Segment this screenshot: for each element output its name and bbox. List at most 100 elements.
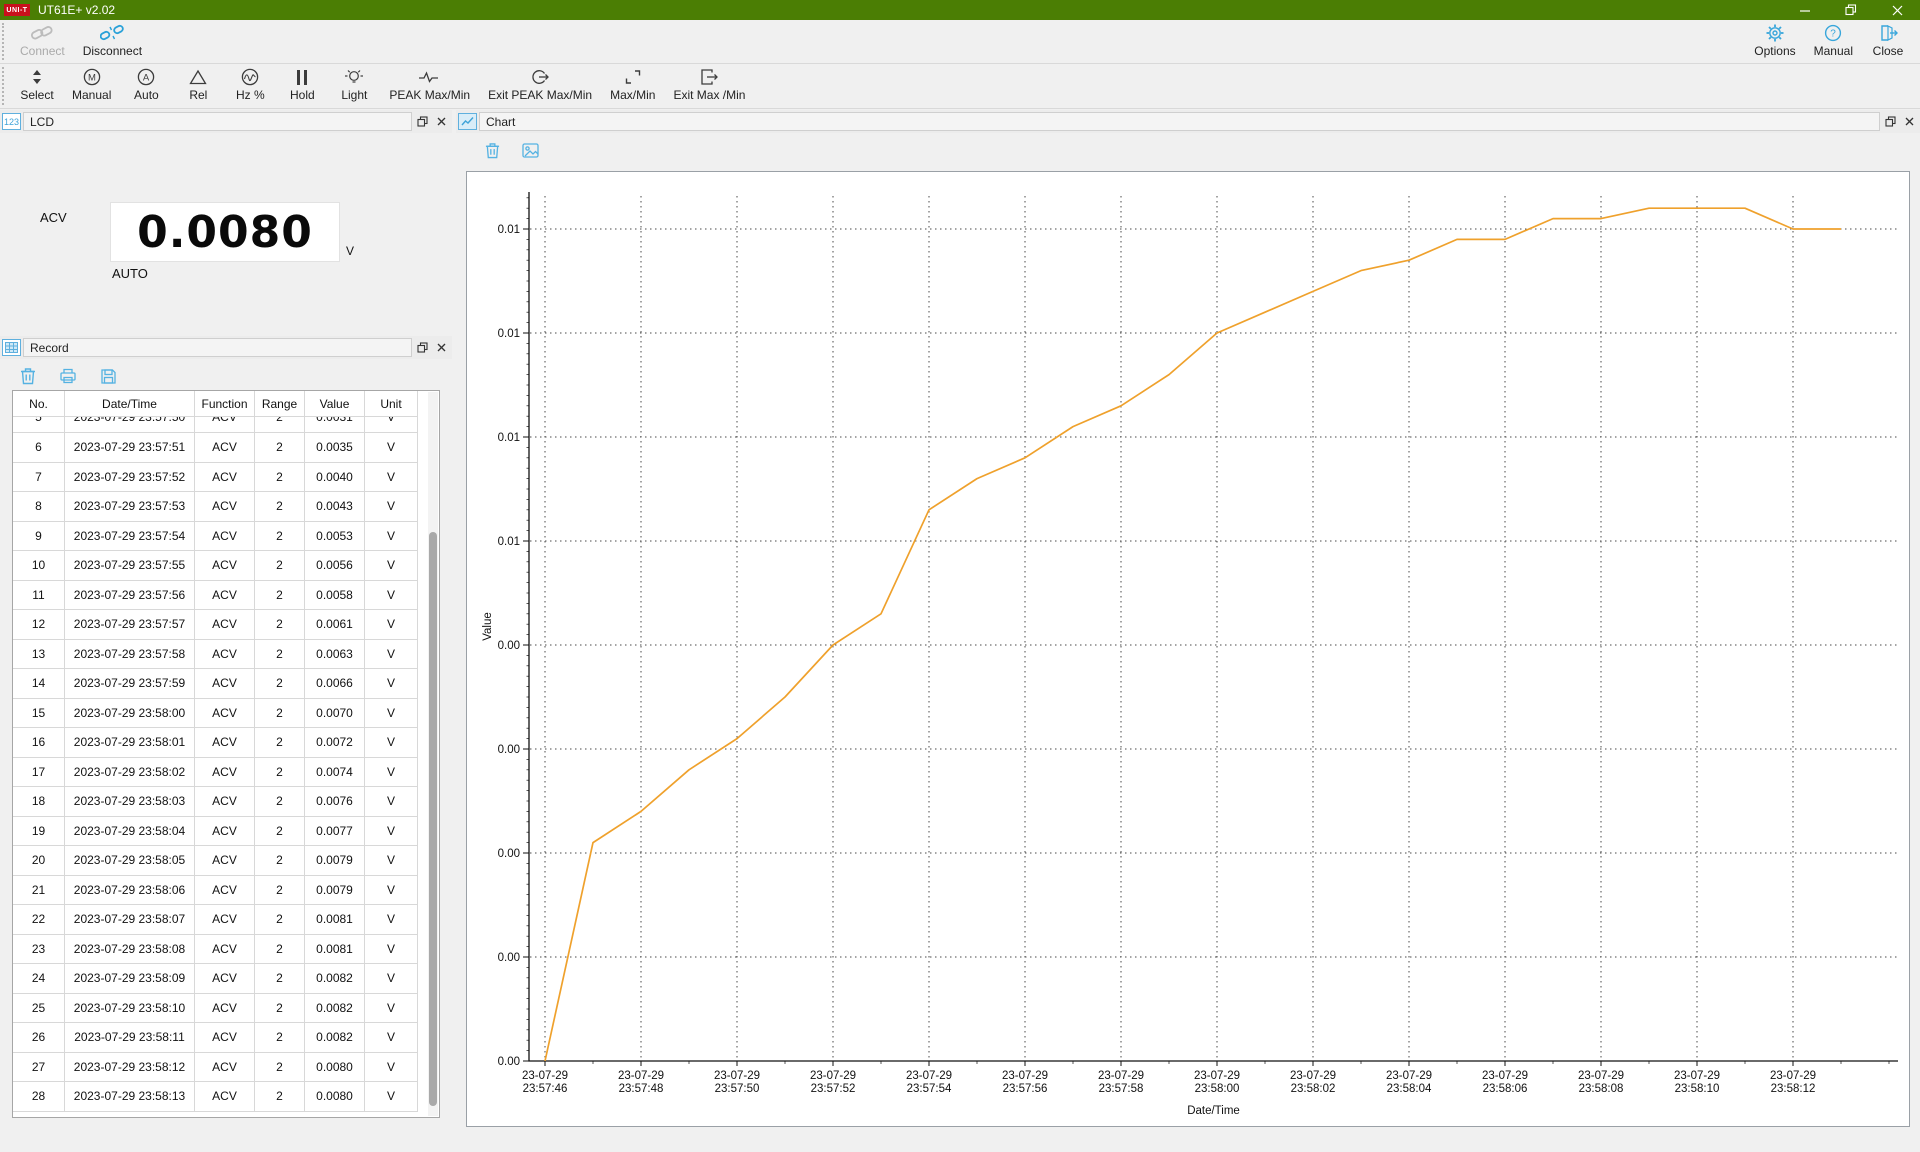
rel-triangle-icon	[189, 67, 208, 87]
table-row[interactable]: 27 2023-07-29 23:58:12 ACV 2 0.0080 V	[13, 1052, 418, 1082]
scrollbar-thumb[interactable]	[429, 532, 437, 1106]
close-panel-icon[interactable]	[433, 113, 450, 130]
table-row[interactable]: 22 2023-07-29 23:58:07 ACV 2 0.0081 V	[13, 905, 418, 935]
close-panel-icon[interactable]	[433, 339, 450, 356]
table-cell: 2	[255, 521, 305, 551]
svg-text:23-07-29: 23-07-29	[1482, 1070, 1528, 1082]
maximize-icon[interactable]	[1828, 0, 1874, 20]
peak-maxmin-button[interactable]: PEAK Max/Min	[380, 64, 479, 108]
svg-text:23:58:00: 23:58:00	[1195, 1083, 1240, 1095]
hold-label: Hold	[290, 88, 315, 102]
minimize-icon[interactable]	[1782, 0, 1828, 20]
table-row[interactable]: 9 2023-07-29 23:57:54 ACV 2 0.0053 V	[13, 521, 418, 551]
export-image-button[interactable]	[520, 140, 540, 160]
table-cell: V	[365, 580, 418, 610]
table-row[interactable]: 25 2023-07-29 23:58:10 ACV 2 0.0082 V	[13, 993, 418, 1023]
table-row[interactable]: 12 2023-07-29 23:57:57 ACV 2 0.0061 V	[13, 610, 418, 640]
table-row[interactable]: 17 2023-07-29 23:58:02 ACV 2 0.0074 V	[13, 757, 418, 787]
table-header-row[interactable]: No. Date/Time Function Range Value Unit	[13, 391, 418, 417]
table-cell: 0.0082	[305, 964, 365, 994]
float-panel-icon[interactable]	[1882, 113, 1899, 130]
table-row[interactable]: 21 2023-07-29 23:58:06 ACV 2 0.0079 V	[13, 875, 418, 905]
lcd-123-icon: 123	[2, 113, 21, 130]
disconnect-button[interactable]: Disconnect	[74, 20, 151, 63]
table-row[interactable]: 8 2023-07-29 23:57:53 ACV 2 0.0043 V	[13, 492, 418, 522]
table-cell: 2	[255, 846, 305, 876]
svg-text:0.00: 0.00	[498, 1056, 520, 1068]
table-cell: 28	[13, 1082, 65, 1112]
table-row[interactable]: 18 2023-07-29 23:58:03 ACV 2 0.0076 V	[13, 787, 418, 817]
manual-label: Manual	[1813, 44, 1853, 58]
close-icon[interactable]	[1874, 0, 1920, 20]
table-cell: 0.0061	[305, 610, 365, 640]
table-row[interactable]: 5 2023-07-29 23:57:50 ACV 2 0.0031 V	[13, 417, 418, 433]
table-row[interactable]: 11 2023-07-29 23:57:56 ACV 2 0.0058 V	[13, 580, 418, 610]
table-row[interactable]: 28 2023-07-29 23:58:13 ACV 2 0.0080 V	[13, 1082, 418, 1112]
exit-peak-maxmin-button[interactable]: Exit PEAK Max/Min	[479, 64, 601, 108]
toolbar-drag-handle[interactable]	[2, 23, 9, 60]
close-panel-icon[interactable]	[1901, 113, 1918, 130]
svg-text:0.01: 0.01	[498, 536, 520, 548]
column-header[interactable]: Unit	[365, 391, 418, 417]
manual-help-button[interactable]: ? Manual	[1805, 20, 1862, 63]
table-cell: 2023-07-29 23:57:51	[65, 433, 195, 463]
svg-text:23-07-29: 23-07-29	[906, 1070, 952, 1082]
svg-text:23:58:04: 23:58:04	[1387, 1083, 1432, 1095]
table-cell: 16	[13, 728, 65, 758]
table-row[interactable]: 23 2023-07-29 23:58:08 ACV 2 0.0081 V	[13, 934, 418, 964]
table-row[interactable]: 6 2023-07-29 23:57:51 ACV 2 0.0035 V	[13, 433, 418, 463]
table-cell: ACV	[195, 580, 255, 610]
hold-button[interactable]: Hold	[276, 64, 328, 108]
lcd-panel-title: LCD	[23, 112, 412, 131]
column-header[interactable]: Date/Time	[65, 391, 195, 417]
svg-text:A: A	[143, 73, 150, 84]
svg-text:23-07-29: 23-07-29	[1002, 1070, 1048, 1082]
close-app-button[interactable]: Close	[1862, 20, 1914, 63]
table-row[interactable]: 7 2023-07-29 23:57:52 ACV 2 0.0040 V	[13, 462, 418, 492]
svg-text:0.00: 0.00	[498, 952, 520, 964]
rel-button[interactable]: Rel	[172, 64, 224, 108]
auto-mode-button[interactable]: A Auto	[120, 64, 172, 108]
column-header[interactable]: Range	[255, 391, 305, 417]
column-header[interactable]: Function	[195, 391, 255, 417]
hz-percent-button[interactable]: Hz %	[224, 64, 276, 108]
table-row[interactable]: 20 2023-07-29 23:58:05 ACV 2 0.0079 V	[13, 846, 418, 876]
table-cell: 2023-07-29 23:57:54	[65, 521, 195, 551]
float-panel-icon[interactable]	[414, 339, 431, 356]
peak-maxmin-label: PEAK Max/Min	[389, 88, 471, 102]
table-cell: ACV	[195, 639, 255, 669]
table-cell: 9	[13, 521, 65, 551]
manual-mode-button[interactable]: M Manual	[63, 64, 120, 108]
svg-text:M: M	[88, 73, 96, 84]
table-row[interactable]: 13 2023-07-29 23:57:58 ACV 2 0.0063 V	[13, 639, 418, 669]
print-records-button[interactable]	[58, 366, 78, 386]
connect-button[interactable]: Connect	[11, 20, 74, 63]
save-records-button[interactable]	[98, 366, 118, 386]
table-row[interactable]: 10 2023-07-29 23:57:55 ACV 2 0.0056 V	[13, 551, 418, 581]
table-row[interactable]: 16 2023-07-29 23:58:01 ACV 2 0.0072 V	[13, 728, 418, 758]
exit-maxmin-button[interactable]: Exit Max /Min	[664, 64, 754, 108]
column-header[interactable]: No.	[13, 391, 65, 417]
options-button[interactable]: Options	[1745, 20, 1804, 63]
toolbar-drag-handle[interactable]	[2, 67, 9, 105]
partially-scrolled-row[interactable]: 5 2023-07-29 23:57:50 ACV 2 0.0031 V	[13, 417, 418, 433]
meter-toolbar: Select M Manual A Auto Rel Hz % Hold Lig…	[0, 64, 1920, 109]
table-row[interactable]: 24 2023-07-29 23:58:09 ACV 2 0.0082 V	[13, 964, 418, 994]
table-row[interactable]: 19 2023-07-29 23:58:04 ACV 2 0.0077 V	[13, 816, 418, 846]
table-cell: ACV	[195, 875, 255, 905]
maxmin-button[interactable]: Max/Min	[601, 64, 664, 108]
svg-text:23-07-29: 23-07-29	[522, 1070, 568, 1082]
table-cell: V	[365, 757, 418, 787]
light-button[interactable]: Light	[328, 64, 380, 108]
delete-records-button[interactable]	[18, 366, 38, 386]
table-row[interactable]: 14 2023-07-29 23:57:59 ACV 2 0.0066 V	[13, 669, 418, 699]
table-cell: 11	[13, 580, 65, 610]
select-button[interactable]: Select	[11, 64, 63, 108]
float-panel-icon[interactable]	[414, 113, 431, 130]
clear-chart-button[interactable]	[482, 140, 502, 160]
table-row[interactable]: 26 2023-07-29 23:58:11 ACV 2 0.0082 V	[13, 1023, 418, 1053]
table-row[interactable]: 15 2023-07-29 23:58:00 ACV 2 0.0070 V	[13, 698, 418, 728]
maxmin-label: Max/Min	[610, 88, 656, 102]
record-scrollbar[interactable]	[428, 392, 438, 1116]
column-header[interactable]: Value	[305, 391, 365, 417]
